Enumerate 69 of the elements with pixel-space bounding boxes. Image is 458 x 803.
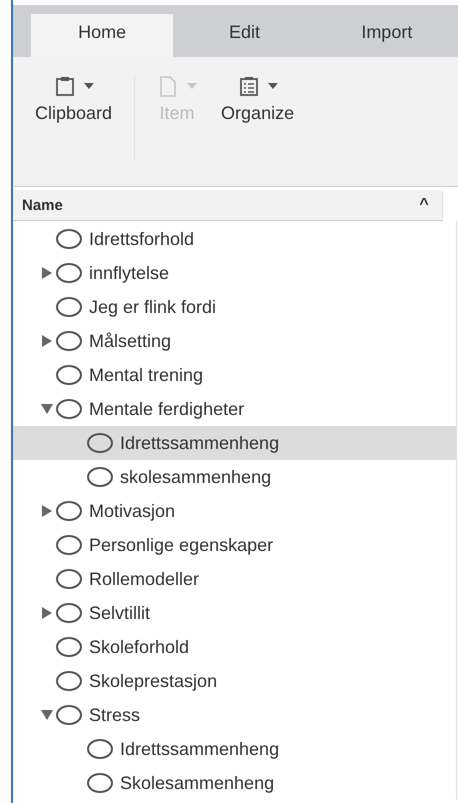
circle-icon bbox=[56, 603, 82, 623]
tab[interactable]: Home bbox=[31, 14, 174, 57]
caret-icon bbox=[187, 83, 198, 89]
sort-indicator[interactable]: ^ bbox=[406, 192, 443, 218]
node-label: Rollemodeller bbox=[89, 568, 200, 590]
node-label: Personlige egenskaper bbox=[89, 534, 274, 556]
circle-icon bbox=[56, 365, 82, 385]
tree-row[interactable]: Idrettssammenheng bbox=[13, 426, 456, 460]
node-label: Målsetting bbox=[89, 330, 172, 352]
circle-icon bbox=[87, 433, 113, 453]
tab[interactable]: Edit bbox=[173, 14, 316, 57]
node-label: Mental trening bbox=[89, 364, 204, 386]
node-label: Jeg er flink fordi bbox=[89, 296, 216, 318]
tree-row[interactable]: Rollemodeller bbox=[13, 562, 456, 596]
node-label: Mentale ferdigheter bbox=[89, 398, 244, 420]
tree-row[interactable]: Mentale ferdigheter bbox=[13, 392, 456, 426]
tree-row[interactable]: skolesammenheng bbox=[13, 460, 456, 494]
clipboard-icon bbox=[54, 75, 76, 97]
circle-icon bbox=[87, 467, 113, 487]
tree-row[interactable]: Målsetting bbox=[13, 324, 456, 358]
tab[interactable]: Import bbox=[316, 14, 458, 57]
circle-icon bbox=[56, 501, 82, 521]
list-icon bbox=[238, 75, 260, 97]
tree-row[interactable]: Personlige egenskaper bbox=[13, 528, 456, 562]
tree-row[interactable]: innflytelse bbox=[13, 256, 456, 290]
node-label: Idrettssammenheng bbox=[120, 738, 280, 760]
tree-row[interactable]: Skoleforhold bbox=[13, 630, 456, 664]
node-label: innflytelse bbox=[89, 262, 170, 284]
circle-icon bbox=[56, 569, 82, 589]
node-label: Stress bbox=[89, 704, 140, 726]
node-label: Idrettsforhold bbox=[89, 228, 194, 250]
caret-icon bbox=[268, 83, 278, 89]
expanded-triangle-icon[interactable] bbox=[41, 710, 53, 720]
tree-row[interactable]: Skoleprestasjon bbox=[13, 664, 456, 698]
node-label: Selvtillit bbox=[89, 602, 150, 624]
expanded-triangle-icon[interactable] bbox=[41, 404, 53, 414]
node-label: Skoleprestasjon bbox=[89, 670, 218, 692]
collapsed-triangle-icon[interactable] bbox=[42, 335, 52, 347]
circle-icon bbox=[56, 671, 82, 691]
collapsed-triangle-icon[interactable] bbox=[42, 607, 52, 619]
node-label: Skolesammenheng bbox=[120, 772, 274, 794]
circle-icon bbox=[56, 399, 82, 419]
node-label: skolesammenheng bbox=[120, 466, 272, 488]
column-header[interactable]: Name bbox=[22, 196, 406, 214]
circle-icon bbox=[87, 773, 113, 793]
circle-icon bbox=[56, 705, 82, 725]
collapsed-triangle-icon[interactable] bbox=[42, 267, 52, 279]
circle-icon bbox=[56, 229, 82, 249]
node-label: Motivasjon bbox=[89, 500, 176, 522]
tree-row[interactable]: Jeg er flink fordi bbox=[13, 290, 456, 324]
tree-row[interactable]: Motivasjon bbox=[13, 494, 456, 528]
tree-row[interactable]: Idrettsforhold bbox=[13, 222, 456, 256]
circle-icon bbox=[56, 637, 82, 657]
circle-icon bbox=[56, 297, 82, 317]
ribbon-button[interactable]: Clipboard bbox=[23, 57, 124, 153]
circle-icon bbox=[56, 263, 82, 283]
tree-row[interactable]: Skolesammenheng bbox=[13, 766, 456, 800]
tree-row[interactable]: Idrettssammenheng bbox=[13, 732, 456, 766]
collapsed-triangle-icon[interactable] bbox=[42, 505, 52, 517]
circle-icon bbox=[56, 535, 82, 555]
ribbon-button[interactable]: Organize bbox=[209, 57, 306, 153]
tree-row[interactable]: Stress bbox=[13, 698, 456, 732]
circle-icon bbox=[56, 331, 82, 351]
node-label: Idrettssammenheng bbox=[120, 432, 280, 454]
caret-icon bbox=[84, 83, 94, 89]
tree-row[interactable]: Mental trening bbox=[13, 358, 456, 392]
tree-row[interactable]: Selvtillit bbox=[13, 596, 456, 630]
node-label: Skoleforhold bbox=[89, 636, 190, 658]
circle-icon bbox=[87, 739, 113, 759]
